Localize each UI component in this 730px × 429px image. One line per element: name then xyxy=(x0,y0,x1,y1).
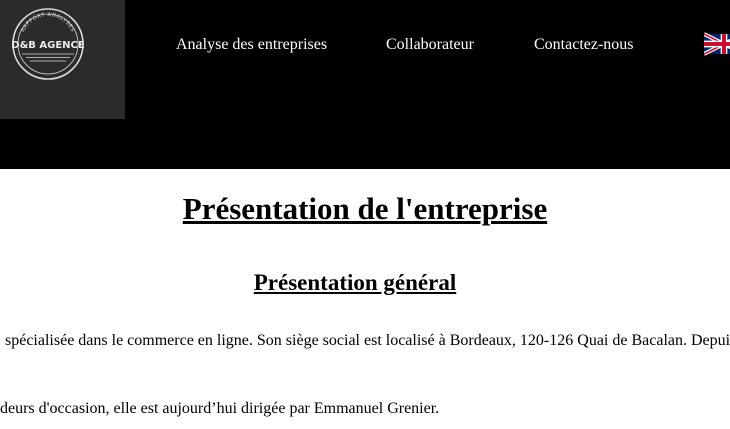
intro-paragraph-line-1: spécialisée dans le commerce en ligne. S… xyxy=(5,332,730,349)
logo[interactable]: RAPPORT ANALYSES D&B AGENCE xyxy=(0,0,125,119)
logo-emblem-icon: RAPPORT ANALYSES D&B AGENCE xyxy=(11,8,85,80)
uk-flag-icon[interactable] xyxy=(704,31,730,57)
nav-analyse-entreprises[interactable]: Analyse des entreprises xyxy=(176,35,327,55)
logo-name: D&B AGENCE xyxy=(11,40,85,51)
nav-collaborateur[interactable]: Collaborateur xyxy=(386,35,474,55)
site-header: RAPPORT ANALYSES D&B AGENCE Analyse des … xyxy=(0,0,730,169)
section-title: Présentation général xyxy=(253,270,457,295)
nav-contactez-nous[interactable]: Contactez-nous xyxy=(534,35,634,55)
intro-paragraph-line-2: deurs d'occasion, elle est aujourd’hui d… xyxy=(0,400,440,417)
page-title: Présentation de l'entreprise xyxy=(182,191,548,226)
